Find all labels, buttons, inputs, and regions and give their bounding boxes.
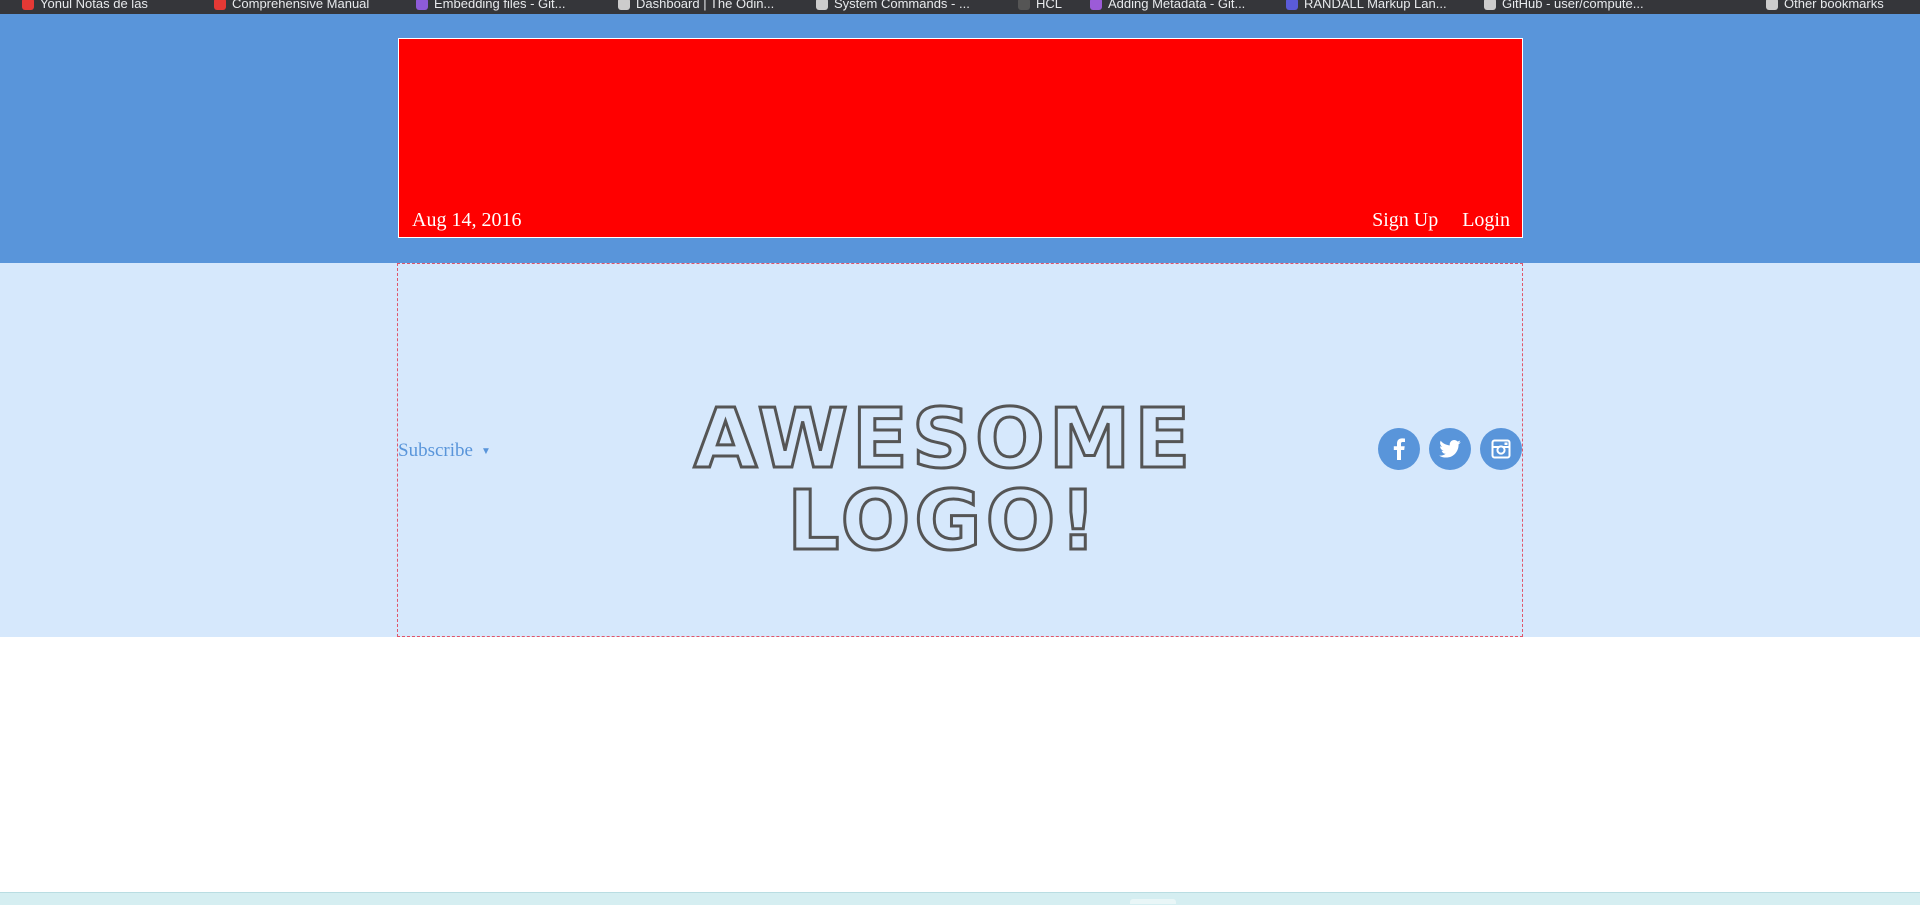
bookmark-label: System Commands - ... xyxy=(834,0,970,11)
bookmark-dark-icon xyxy=(1018,0,1030,10)
bookmark-label: Embedding files - Git... xyxy=(434,0,566,11)
bookmark-item[interactable]: Yonul Notas de las xyxy=(22,0,148,13)
bookmark-item[interactable]: Other bookmarks xyxy=(1766,0,1884,13)
bookmark-label: Other bookmarks xyxy=(1784,0,1884,11)
bookmark-label: Comprehensive Manual xyxy=(232,0,370,11)
site-header: Subscribe ▼ AWESOME LOGO! xyxy=(397,263,1523,637)
bookmark-item[interactable]: Comprehensive Manual xyxy=(214,0,369,13)
social-links xyxy=(1378,428,1522,470)
bookmark-item[interactable]: Dashboard | The Odin... xyxy=(618,0,774,13)
subscribe-dropdown[interactable]: Subscribe ▼ xyxy=(398,440,491,462)
bookmark-item[interactable]: RANDALL Markup Lan... xyxy=(1286,0,1447,13)
top-banner: Aug 14, 2016 Sign Up Login xyxy=(398,38,1523,238)
bookmark-item[interactable]: HCL xyxy=(1018,0,1062,13)
bottom-tab xyxy=(1130,899,1176,904)
bookmark-purple-icon xyxy=(416,0,428,10)
bookmark-label: HCL xyxy=(1036,0,1063,11)
caret-down-icon: ▼ xyxy=(480,445,491,457)
subscribe-label: Subscribe xyxy=(398,440,473,461)
bookmark-red-icon xyxy=(214,0,226,10)
bookmark-label: Adding Metadata - Git... xyxy=(1108,0,1246,11)
bookmark-icon xyxy=(816,0,828,10)
twitter-icon[interactable] xyxy=(1429,428,1471,470)
bookmark-icon xyxy=(1286,0,1298,10)
bookmark-item[interactable]: Embedding files - Git... xyxy=(416,0,566,13)
sign-up-link[interactable]: Sign Up xyxy=(1372,209,1438,232)
bookmark-item[interactable]: Adding Metadata - Git... xyxy=(1090,0,1245,13)
bookmarks-bar: Yonul Notas de las Comprehensive Manual … xyxy=(0,0,1920,14)
folder-icon xyxy=(1766,0,1778,10)
bookmark-label: RANDALL Markup Lan... xyxy=(1304,0,1447,11)
login-link[interactable]: Login xyxy=(1462,209,1510,232)
bookmark-label: Dashboard | The Odin... xyxy=(636,0,775,11)
bookmark-item[interactable]: GitHub - user/compute... xyxy=(1484,0,1644,13)
bookmark-label: Yonul Notas de las xyxy=(40,0,148,11)
bookmark-icon xyxy=(1484,0,1496,10)
site-logo: AWESOME LOGO! xyxy=(692,392,1195,569)
facebook-icon[interactable] xyxy=(1378,428,1420,470)
instagram-icon[interactable] xyxy=(1480,428,1522,470)
bookmark-icon xyxy=(1090,0,1102,10)
bookmark-label: GitHub - user/compute... xyxy=(1502,0,1644,11)
bookmark-item[interactable]: System Commands - ... xyxy=(816,0,970,13)
bookmark-red-icon xyxy=(22,0,34,10)
bookmark-icon xyxy=(618,0,630,10)
banner-date: Aug 14, 2016 xyxy=(412,209,522,231)
banner-links: Sign Up Login xyxy=(1372,209,1510,232)
bottom-strip xyxy=(0,892,1920,905)
